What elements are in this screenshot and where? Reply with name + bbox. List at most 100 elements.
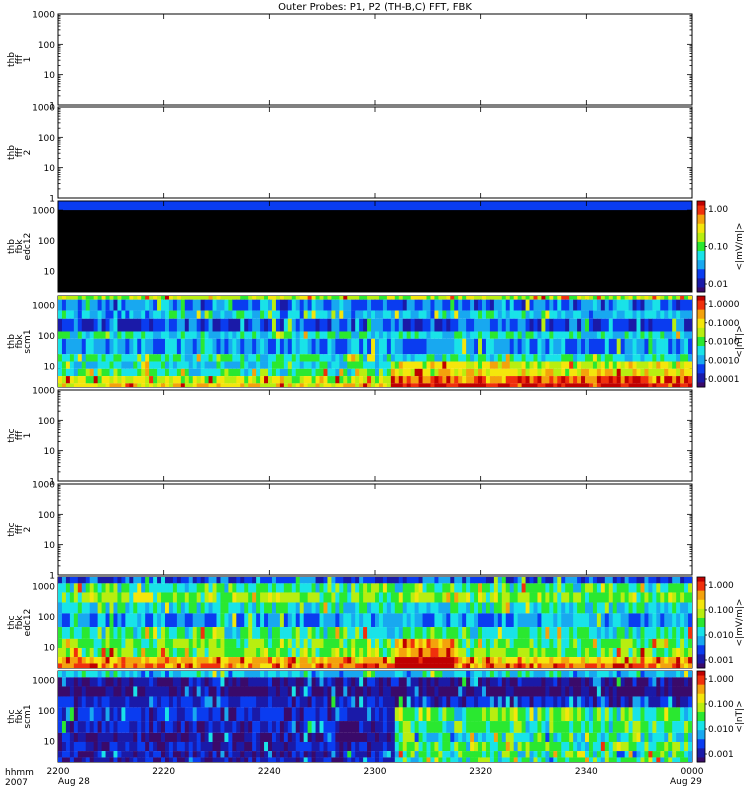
spectrogram-cell [382,627,388,639]
spectrogram-cell [153,707,158,722]
spectrogram-cell [149,331,154,339]
spectrogram-cell [414,577,420,584]
colorbar-tick-label: 1.0000 [708,300,740,310]
spectrogram-cell [260,613,265,628]
spectrogram-cell [517,638,523,648]
spectrogram-cell [212,318,218,332]
spectrogram-cell [347,296,352,300]
spectrogram-cell [271,613,277,628]
spectrogram-cell [664,354,669,362]
spectrogram-cell [172,318,178,332]
spectrogram-cell [192,613,198,628]
spectrogram-cell [287,732,293,742]
spectrogram-cell [331,383,336,387]
spectrogram-cell [371,376,376,384]
spectrogram-cell [161,657,166,664]
spectrogram-cell [367,338,372,355]
spectrogram-cell [327,686,333,697]
spectrogram-cell [363,741,368,752]
spectrogram-cell [145,696,150,708]
spectrogram-cell [390,299,396,311]
spectrogram-cell [672,383,677,387]
spectrogram-cell [157,368,162,377]
spectrogram-cell [430,638,436,648]
spectrogram-cell [196,686,202,697]
spectrogram-cell [69,647,75,658]
spectrogram-cell [157,751,162,758]
spectrogram-cell [489,663,495,668]
spectrogram-cell [319,732,325,742]
spectrogram-cell [327,657,333,664]
spectrogram-cell [375,583,380,593]
spectrogram-cell [176,732,182,742]
spectrogram-cell [608,583,614,593]
y-tick-label: 1 [49,195,55,205]
spectrogram-cell [454,310,459,319]
spectrogram-cell [422,338,428,355]
spectrogram-cell [363,296,368,300]
spectrogram-cell [545,592,550,603]
spectrogram-cell [176,376,182,384]
spectrogram-cell [244,757,249,762]
spectrogram-cell [204,751,210,758]
spectrogram-cell [505,657,511,664]
spectrogram-cell [363,751,368,758]
spectrogram-cell [521,583,527,593]
spectrogram-cell [204,613,210,628]
spectrogram-cell [517,318,523,332]
spectrogram-cell [588,592,594,603]
spectrogram-cell [378,368,384,377]
spectrogram-cell [153,583,158,593]
spectrogram-cell [470,383,475,387]
spectrogram-cell [688,627,692,639]
spectrogram-cell [616,368,622,377]
spectrogram-cell [489,602,495,614]
spectrogram-cell [323,663,329,668]
spectrogram-cell [335,751,340,758]
spectrogram-cell [454,354,459,362]
spectrogram-cell [529,354,535,362]
spectrogram-cell [188,583,194,593]
spectrogram-cell [323,732,329,742]
spectrogram-cell [85,331,91,339]
spectrogram-cell [398,310,404,319]
spectrogram-cell [557,310,562,319]
spectrogram-cell [188,361,194,369]
spectrogram-cell [378,296,384,300]
spectrogram-cell [596,583,602,593]
spectrogram-cell [216,338,222,355]
spectrogram-cell [331,741,336,752]
spectrogram-cell [501,592,507,603]
spectrogram-cell [176,657,182,664]
spectrogram-cell [232,732,237,742]
spectrogram-cell [97,696,103,708]
spectrogram-cell [430,627,436,639]
spectrogram-cell [347,696,352,708]
spectrogram-cell [545,602,550,614]
spectrogram-cell [303,677,309,687]
spectrogram-cell [359,338,364,355]
spectrogram-cell [493,613,499,628]
spectrogram-cell [125,318,130,332]
spectrogram-cell [422,318,428,332]
spectrogram-cell [184,741,190,752]
spectrogram-cell [145,318,150,332]
spectrogram-cell [184,368,190,377]
spectrogram-cell [307,376,313,384]
spectrogram-cell [256,707,261,722]
spectrogram-cell [117,657,122,664]
spectrogram-cell [244,354,249,362]
spectrogram-cell [212,657,218,664]
spectrogram-cell [375,638,380,648]
spectrogram-cell [664,577,669,584]
spectrogram-cell [224,602,229,614]
spectrogram-cell [236,361,241,369]
spectrogram-cell [604,583,610,593]
spectrogram-cell [367,376,372,384]
spectrogram-cell [398,331,404,339]
spectrogram-cell [624,627,630,639]
spectrogram-cell [367,318,372,332]
spectrogram-cell [268,383,273,387]
spectrogram-cell [125,732,130,742]
spectrogram-cell [489,338,495,355]
